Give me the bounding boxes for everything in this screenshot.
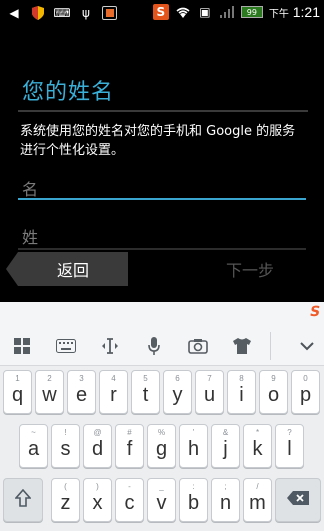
key-r[interactable]: 4r [99,370,128,414]
key-x[interactable]: ) x [83,478,112,522]
keyboard-switch-icon[interactable] [44,326,88,366]
usb-icon: ψ [82,6,90,20]
clock: 下午 1:21 [269,4,320,20]
title-divider [18,110,308,112]
wifi-icon [175,4,191,20]
key-a[interactable]: ~ a [19,424,48,468]
data-sync-icon: ▣ [199,5,211,19]
name-setup-screen: 您的姓名 系统使用您的姓名对您的手机和 Google 的服务进行个性化设置。 名… [0,26,324,302]
key-d[interactable]: @ d [83,424,112,468]
soft-keyboard: S 1q 2w 3e 4r 5t 6y 7u 8i 9 o 0 p ~ a ! … [0,302,324,531]
shield-icon [30,5,46,21]
backspace-icon [286,490,310,511]
status-bar: ◀ ⌨ ψ S ▣ 99 下午 1:21 [0,0,324,26]
back-arrow-icon: ◀ [9,6,19,20]
key-e[interactable]: 3e [67,370,96,414]
skin-shirt-icon[interactable] [220,326,264,366]
candidate-bar: S [0,302,324,326]
microphone-icon[interactable] [132,326,176,366]
key-k[interactable]: * k [243,424,272,468]
toolbar-divider [270,331,271,360]
key-y[interactable]: 6y [163,370,192,414]
cursor-move-icon[interactable] [88,326,132,366]
camera-icon[interactable] [176,326,220,366]
shift-icon [14,488,32,512]
time-value: 1:21 [292,4,320,20]
next-button[interactable]: 下一步 [195,252,305,286]
key-n[interactable]: ; n [211,478,240,522]
last-name-input[interactable]: 姓 [22,224,38,248]
shift-key[interactable] [3,478,43,522]
battery-indicator: 99 [240,6,263,18]
key-l[interactable]: ? l [275,424,304,468]
key-i[interactable]: 8i [227,370,256,414]
key-q[interactable]: 1q [3,370,32,414]
back-button[interactable]: 返回 [6,252,128,286]
signal-icon [219,4,235,20]
key-j[interactable]: & j [211,424,240,468]
last-name-underline [18,248,306,250]
backspace-key[interactable] [275,478,321,522]
key-v[interactable]: _ v [147,478,176,522]
time-period: 下午 [268,9,289,20]
key-c[interactable]: -c [115,478,144,522]
key-p[interactable]: 0p [291,370,320,414]
page-title: 您的姓名 [22,80,115,105]
keyboard-icon: ⌨ [53,6,71,20]
key-u[interactable]: 7u [195,370,224,414]
grid-menu-icon[interactable] [0,326,44,366]
key-g[interactable]: % g [147,424,176,468]
first-name-underline [18,198,306,200]
key-w[interactable]: 2w [35,370,64,414]
keyboard-toolbar [0,326,324,366]
key-h[interactable]: ' h [179,424,208,468]
key-b[interactable]: :b [179,478,208,522]
back-button-label: 返回 [56,261,89,280]
key-s[interactable]: ! s [51,424,80,468]
sogou-icon: S [152,4,169,20]
collapse-keyboard-icon[interactable] [300,326,314,366]
description-text: 系统使用您的姓名对您的手机和 Google 的服务进行个性化设置。 [20,124,296,158]
sogou-logo-icon: S [308,304,322,320]
first-name-input[interactable]: 名 [22,176,38,200]
key-z[interactable]: (z [51,478,80,522]
key-o[interactable]: 9o [259,370,288,414]
app-notification-icon [102,6,117,20]
next-button-label: 下一步 [225,261,274,280]
key-m[interactable]: / m [243,478,272,522]
key-t[interactable]: 5t [131,370,160,414]
key-f[interactable]: # f [115,424,144,468]
